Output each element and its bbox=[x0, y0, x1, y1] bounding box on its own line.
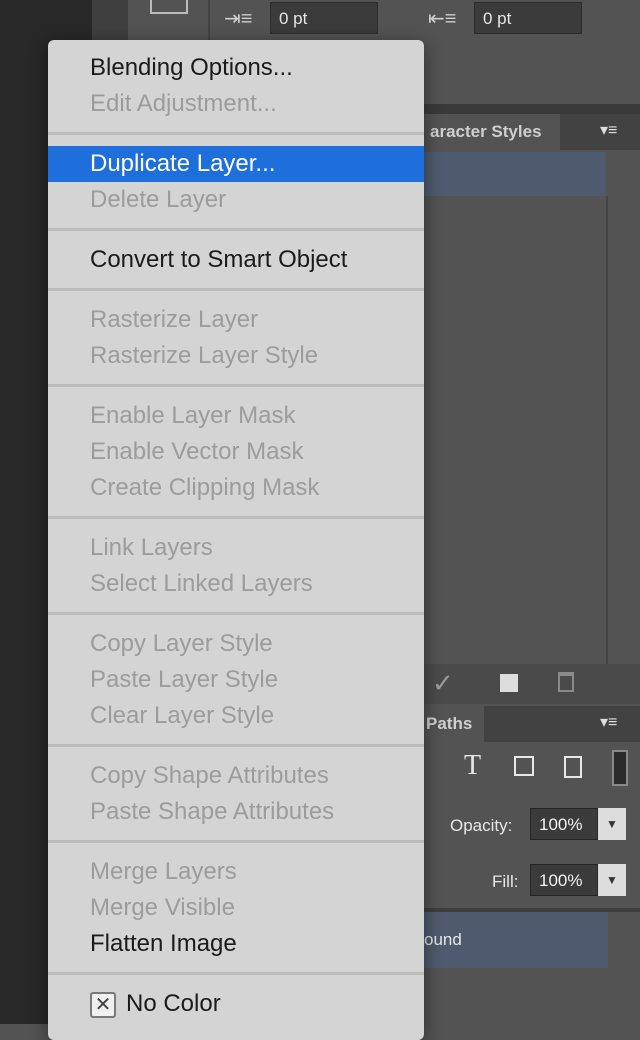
menu-item-merge-layers[interactable]: Merge Layers bbox=[48, 854, 424, 890]
menu-separator bbox=[48, 612, 424, 615]
menu-item-label: Edit Adjustment... bbox=[90, 90, 277, 117]
indent-right-field[interactable]: 0 pt bbox=[474, 2, 582, 34]
menu-item-label: Merge Layers bbox=[90, 858, 237, 885]
menu-item-label: Paste Shape Attributes bbox=[90, 798, 335, 825]
menu-item-no-color[interactable]: ✕ No Color bbox=[48, 986, 424, 1022]
menu-item-rasterize-layer-style[interactable]: Rasterize Layer Style bbox=[48, 338, 424, 374]
fill-label: Fill: bbox=[492, 872, 519, 891]
menu-item-label: Paste Layer Style bbox=[90, 666, 279, 693]
shape-filter-icon[interactable] bbox=[514, 756, 534, 776]
menu-separator bbox=[48, 744, 424, 747]
menu-item-blending-options[interactable]: Blending Options... bbox=[48, 50, 424, 86]
grid-icon[interactable] bbox=[150, 0, 188, 14]
menu-item-paste-shape-attributes[interactable]: Paste Shape Attributes bbox=[48, 794, 424, 830]
menu-item-label: No Color bbox=[126, 990, 221, 1017]
toolbar-divider bbox=[208, 0, 210, 40]
layer-context-menu: Blending Options... Edit Adjustment... Dup… bbox=[48, 40, 424, 1040]
opacity-label: Opacity: bbox=[450, 816, 513, 835]
menu-item-label: Flatten Image bbox=[90, 930, 237, 957]
menu-item-label: Select Linked Layers bbox=[90, 570, 313, 597]
menu-item-flatten-image[interactable]: Flatten Image bbox=[48, 926, 424, 962]
menu-separator bbox=[48, 288, 424, 291]
smart-object-filter-icon[interactable] bbox=[564, 756, 582, 778]
menu-item-label: Delete Layer bbox=[90, 186, 227, 213]
menu-item-label: Enable Vector Mask bbox=[90, 438, 304, 465]
layer-name: ound bbox=[424, 930, 462, 949]
styles-list bbox=[424, 196, 608, 664]
menu-item-merge-visible[interactable]: Merge Visible bbox=[48, 890, 424, 926]
menu-item-label: Link Layers bbox=[90, 534, 213, 561]
fill-field[interactable]: 100% bbox=[530, 864, 598, 896]
menu-separator bbox=[48, 228, 424, 231]
no-color-checkbox-icon[interactable]: ✕ bbox=[90, 991, 116, 1018]
type-filter-icon[interactable]: T bbox=[464, 750, 481, 782]
menu-item-label: Merge Visible bbox=[90, 894, 235, 921]
menu-item-label: Rasterize Layer bbox=[90, 306, 259, 333]
filter-toggle[interactable] bbox=[612, 750, 628, 786]
menu-item-label: Enable Layer Mask bbox=[90, 402, 296, 429]
new-style-icon[interactable] bbox=[500, 674, 518, 692]
paths-panel-menu-icon[interactable]: ▾≡ bbox=[600, 712, 617, 732]
menu-item-label: Blending Options... bbox=[90, 54, 293, 81]
menu-item-edit-adjustment[interactable]: Edit Adjustment... bbox=[48, 86, 424, 122]
fill-dropdown-icon[interactable]: ▼ bbox=[598, 864, 626, 896]
menu-item-rasterize-layer[interactable]: Rasterize Layer bbox=[48, 302, 424, 338]
menu-item-enable-vector-mask[interactable]: Enable Vector Mask bbox=[48, 434, 424, 470]
opacity-field[interactable]: 100% bbox=[530, 808, 598, 840]
menu-item-label: Rasterize Layer Style bbox=[90, 342, 319, 369]
menu-separator bbox=[48, 972, 424, 975]
indent-left-icon: ⇥≡ bbox=[224, 8, 253, 30]
panel-footer bbox=[424, 664, 640, 704]
menu-separator bbox=[48, 384, 424, 387]
menu-item-clear-layer-style[interactable]: Clear Layer Style bbox=[48, 698, 424, 734]
menu-separator bbox=[48, 840, 424, 843]
selected-style-row[interactable] bbox=[424, 152, 606, 196]
menu-separator bbox=[48, 132, 424, 135]
indent-right-icon: ⇤≡ bbox=[428, 8, 457, 30]
menu-item-label: Copy Shape Attributes bbox=[90, 762, 329, 789]
menu-item-label: Clear Layer Style bbox=[90, 702, 275, 729]
menu-item-label: Duplicate Layer... bbox=[90, 150, 276, 177]
menu-item-paste-layer-style[interactable]: Paste Layer Style bbox=[48, 662, 424, 698]
check-icon[interactable]: ✓ bbox=[432, 668, 454, 699]
tab-character-styles[interactable]: aracter Styles bbox=[424, 114, 560, 150]
indent-left-field[interactable]: 0 pt bbox=[270, 2, 378, 34]
layers-list bbox=[424, 968, 640, 1024]
menu-item-duplicate-layer[interactable]: Duplicate Layer... bbox=[48, 146, 424, 182]
menu-item-link-layers[interactable]: Link Layers bbox=[48, 530, 424, 566]
tab-paths[interactable]: Paths bbox=[424, 706, 484, 742]
menu-item-convert-to-smart-object[interactable]: Convert to Smart Object bbox=[48, 242, 424, 278]
menu-item-label: Convert to Smart Object bbox=[90, 246, 348, 273]
menu-item-label: Create Clipping Mask bbox=[90, 474, 320, 501]
menu-item-enable-layer-mask[interactable]: Enable Layer Mask bbox=[48, 398, 424, 434]
menu-item-copy-shape-attributes[interactable]: Copy Shape Attributes bbox=[48, 758, 424, 794]
opacity-dropdown-icon[interactable]: ▼ bbox=[598, 808, 626, 840]
trash-icon[interactable] bbox=[558, 672, 574, 692]
menu-separator bbox=[48, 516, 424, 519]
menu-item-select-linked-layers[interactable]: Select Linked Layers bbox=[48, 566, 424, 602]
menu-item-copy-layer-style[interactable]: Copy Layer Style bbox=[48, 626, 424, 662]
menu-item-delete-layer[interactable]: Delete Layer bbox=[48, 182, 424, 218]
menu-item-label: Copy Layer Style bbox=[90, 630, 273, 657]
menu-item-create-clipping-mask[interactable]: Create Clipping Mask bbox=[48, 470, 424, 506]
panel-menu-icon[interactable]: ▾≡ bbox=[600, 120, 617, 140]
